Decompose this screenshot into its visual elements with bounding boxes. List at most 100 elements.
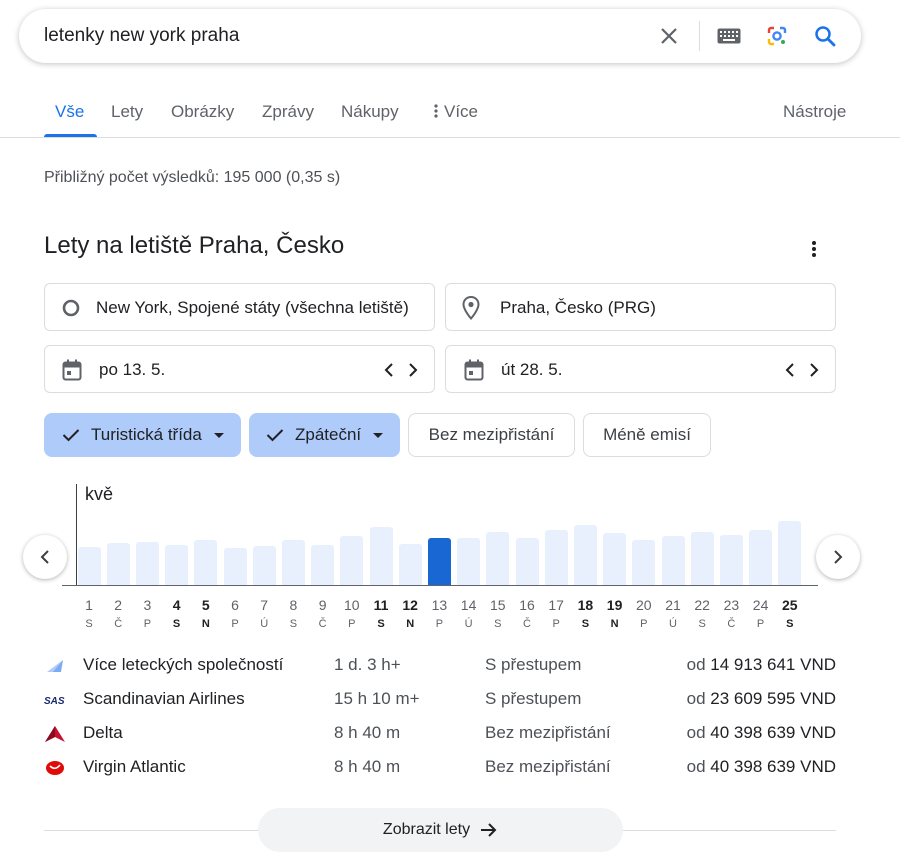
price-bar[interactable]	[223, 548, 247, 585]
day-number-label: 5	[201, 597, 210, 613]
day-number-label: 11	[373, 597, 389, 613]
return-date-field[interactable]: út 28. 5.	[445, 345, 836, 393]
price-bar[interactable]	[690, 532, 714, 585]
day-number-label: 7	[260, 597, 269, 613]
flight-duration: 8 h 40 m	[334, 757, 401, 776]
month-divider	[76, 484, 77, 586]
price-bar[interactable]	[77, 547, 101, 585]
origin-value: New York, Spojené státy (všechna letiště…	[96, 298, 409, 317]
clear-icon[interactable]	[655, 22, 683, 50]
tab-news[interactable]: Zprávy	[262, 102, 314, 122]
depart-date-field[interactable]: po 13. 5.	[44, 345, 435, 393]
price-bar[interactable]	[719, 535, 743, 585]
nonstop-chip[interactable]: Bez mezipřistání	[408, 413, 575, 457]
search-box[interactable]: letenky new york praha	[19, 9, 861, 63]
price-bar[interactable]	[311, 545, 335, 585]
search-icon[interactable]	[811, 22, 839, 50]
day-number-label: 18	[577, 597, 594, 613]
destination-value: Praha, Česko (PRG)	[500, 298, 656, 317]
price-bar[interactable]	[106, 543, 130, 585]
price-bar[interactable]	[515, 538, 539, 585]
less-emissions-chip[interactable]: Méně emisí	[583, 413, 711, 457]
price-amount: 40 398 639 VND	[710, 723, 836, 742]
chart-prev-button[interactable]	[23, 535, 67, 579]
show-flights-button[interactable]: Zobrazit lety	[258, 808, 623, 852]
airline-row[interactable]: Více leteckých společností 1 d. 3 h+ S pře…	[0, 651, 900, 681]
price-bar[interactable]	[603, 533, 627, 585]
price-value: od 40 398 639 VND	[687, 723, 836, 743]
price-bar-selected[interactable]	[427, 538, 451, 585]
airline-row[interactable]: SAS Scandinavian Airlines 15 h 10 m+ S přes…	[0, 685, 900, 715]
check-icon	[62, 429, 80, 442]
cabin-class-chip[interactable]: Turistická třída	[44, 413, 241, 457]
price-bar[interactable]	[661, 536, 685, 585]
weekday-label: Ú	[260, 618, 269, 630]
day-number-label: 1	[85, 597, 93, 613]
chevron-left-icon[interactable]	[778, 358, 802, 382]
price-prefix: od	[686, 757, 706, 776]
price-amount: 23 609 595 VND	[710, 689, 836, 708]
price-prefix: od	[686, 723, 706, 742]
tools-button[interactable]: Nástroje	[783, 102, 846, 122]
result-stats: Přibližný počet výsledků: 195 000 (0,35 …	[44, 169, 341, 186]
day-number-label: 25	[782, 597, 798, 613]
chart-next-button[interactable]	[816, 535, 860, 579]
trip-type-chip[interactable]: Zpáteční	[249, 413, 400, 457]
weekday-label: N	[201, 618, 210, 630]
price-bar[interactable]	[340, 536, 364, 585]
weekday-label: S	[289, 618, 298, 630]
chevron-right-icon[interactable]	[802, 358, 826, 382]
weekday-label: N	[406, 618, 415, 630]
price-bar[interactable]	[457, 538, 481, 585]
tab-all[interactable]: Vše	[55, 102, 84, 122]
keyboard-icon[interactable]	[715, 22, 743, 50]
chevron-right-icon[interactable]	[401, 358, 425, 382]
return-date-value: út 28. 5.	[501, 360, 563, 379]
price-calendar-chart: kvě 1 S 2 Č 3 P 4 S 5 N 6 P 7 Ú 8 S 9 Č 10 P 11 S 12 N 13 P 14 Ú 15 S…	[0, 478, 900, 638]
day-number-label: 8	[289, 597, 298, 613]
price-value: od 14 913 641 VND	[687, 655, 836, 675]
tab-more[interactable]: Více	[432, 102, 478, 122]
delta-logo	[44, 723, 66, 745]
price-bar[interactable]	[252, 546, 276, 585]
more-vert-icon	[434, 104, 438, 118]
weekday-label: P	[143, 618, 152, 630]
day-number-label: 4	[172, 597, 181, 613]
tab-images[interactable]: Obrázky	[171, 102, 234, 122]
origin-field[interactable]: New York, Spojené státy (všechna letiště…	[44, 283, 435, 331]
show-flights-label: Zobrazit lety	[382, 821, 471, 838]
search-input[interactable]: letenky new york praha	[44, 25, 239, 47]
calendar-icon	[60, 358, 84, 382]
price-bar[interactable]	[165, 545, 189, 585]
weekday-label: Č	[727, 618, 736, 630]
price-bar[interactable]	[398, 544, 422, 585]
price-bar[interactable]	[573, 525, 597, 585]
search-divider	[699, 21, 700, 51]
day-number-label: 6	[231, 597, 239, 613]
card-menu-icon[interactable]	[802, 237, 826, 261]
origin-circle-icon	[59, 296, 83, 320]
airline-row[interactable]: Delta 8 h 40 m Bez mezipřistání od 40 398 6…	[0, 719, 900, 749]
chevron-left-icon[interactable]	[377, 358, 401, 382]
weekday-label: S	[172, 618, 181, 630]
price-bar[interactable]	[778, 521, 802, 585]
price-bar[interactable]	[632, 540, 656, 585]
price-bar[interactable]	[281, 540, 305, 585]
price-bar[interactable]	[486, 532, 510, 585]
price-value: od 40 398 639 VND	[687, 757, 836, 777]
price-bar[interactable]	[194, 540, 218, 585]
tab-more-label: Více	[444, 102, 479, 121]
airline-row[interactable]: Virgin Atlantic 8 h 40 m Bez mezipřistání o…	[0, 753, 900, 783]
destination-field[interactable]: Praha, Česko (PRG)	[445, 283, 836, 331]
cabin-class-label: Turistická třída	[91, 425, 202, 444]
airline-name: Delta	[83, 723, 123, 742]
price-bar[interactable]	[369, 527, 393, 585]
tab-flights[interactable]: Lety	[111, 102, 143, 122]
lens-icon[interactable]	[763, 22, 791, 50]
airline-name: Více leteckých společností	[83, 655, 284, 674]
price-bar[interactable]	[544, 530, 568, 585]
tab-shopping[interactable]: Nákupy	[341, 102, 399, 122]
price-bar[interactable]	[749, 530, 773, 585]
day-number-label: 19	[606, 597, 623, 613]
price-bar[interactable]	[135, 542, 159, 585]
